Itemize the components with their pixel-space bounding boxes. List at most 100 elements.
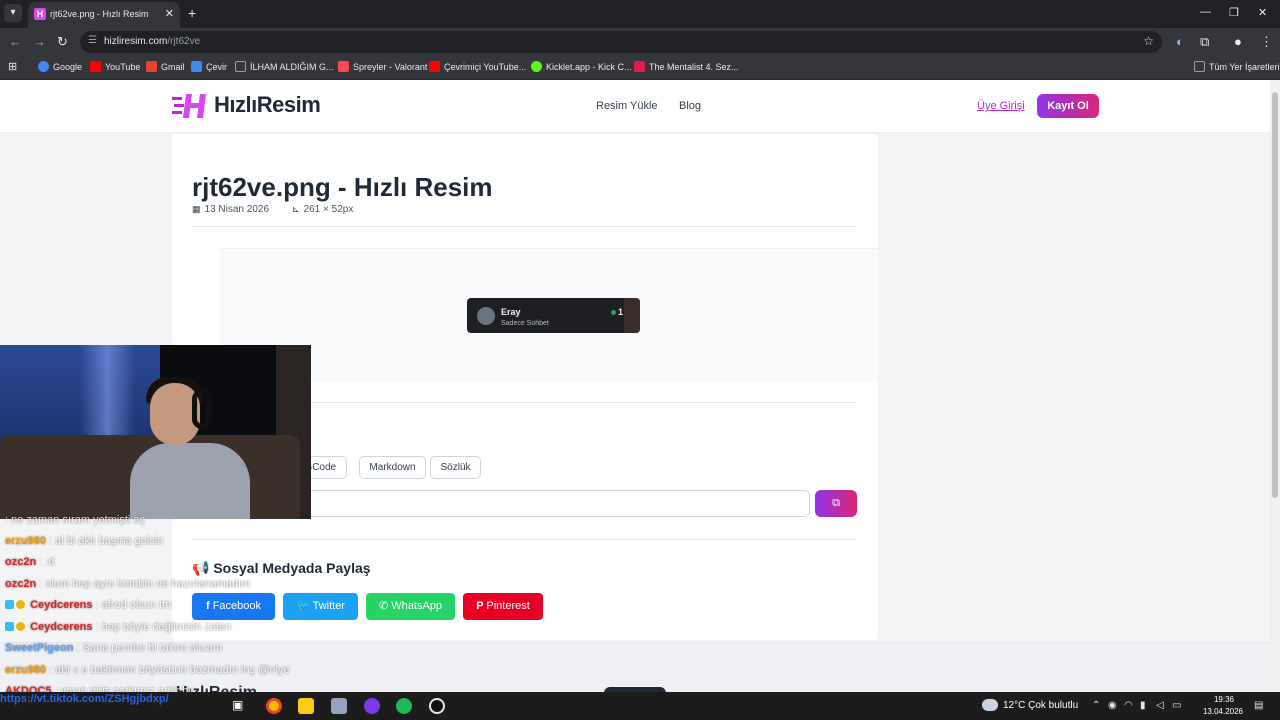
- spotify-icon[interactable]: [396, 698, 412, 714]
- nav-upload-image[interactable]: Resim Yükle: [596, 100, 658, 112]
- login-link[interactable]: Üye Girişi: [977, 100, 1025, 112]
- chat-message: erzu980 : al bi aklı başına gelsin: [5, 535, 164, 547]
- upload-date: ▦ 13 Nisan 2026: [192, 204, 270, 215]
- bookmark-kicklet[interactable]: Kicklet.app - Kick C...: [531, 61, 632, 72]
- emote-badge-icon: [16, 622, 25, 631]
- network-icon[interactable]: ▭: [1172, 700, 1181, 711]
- cloud-icon: [982, 699, 998, 711]
- preview-status: Sadece Sohbet: [501, 320, 549, 327]
- apps-grid-icon[interactable]: ⊞: [8, 60, 17, 73]
- reload-icon[interactable]: ↻: [57, 34, 68, 50]
- tray-chevron-icon[interactable]: ⌃: [1092, 700, 1100, 711]
- sub-badge-icon: [5, 622, 14, 631]
- chat-message: Ceydcerens : afred olsun tm: [5, 599, 171, 611]
- tab-title: rjt62ve.png - Hızlı Resim: [50, 9, 149, 19]
- menu-kebab-icon[interactable]: ⋮: [1260, 34, 1273, 50]
- site-info-icon[interactable]: ☰: [88, 35, 97, 46]
- chrome-icon[interactable]: [266, 698, 282, 714]
- chat-message: ozc2n : :d: [5, 556, 55, 568]
- app-icon[interactable]: [331, 698, 347, 714]
- share-whatsapp-button[interactable]: ✆ WhatsApp: [366, 593, 455, 620]
- divider: [192, 539, 856, 540]
- volume-icon[interactable]: ◁: [1156, 700, 1164, 711]
- hizliresim-logo-icon[interactable]: [172, 93, 210, 119]
- headset-icon: [192, 389, 212, 429]
- clock-time[interactable]: 19:36: [1206, 695, 1242, 704]
- page-scrollbar[interactable]: [1270, 80, 1280, 692]
- copy-icon: ⧉: [832, 497, 840, 509]
- bookmark-folder[interactable]: İLHAM ALDIĞIM G...: [235, 61, 334, 72]
- clock-date[interactable]: 13.04.2026: [1200, 707, 1246, 716]
- chat-message: erzu980 : abi x e baktımmı büyüsünü bozm…: [5, 664, 290, 676]
- register-button[interactable]: Kayıt Ol: [1037, 94, 1099, 118]
- scrollbar-thumb[interactable]: [1272, 92, 1278, 498]
- bookmark-star-icon[interactable]: ☆: [1143, 34, 1154, 48]
- webcam-person-body: [130, 443, 250, 519]
- preview-username: Eray: [501, 307, 521, 317]
- twitter-icon: 🐦: [296, 600, 313, 612]
- image-edge: [624, 298, 640, 333]
- minimize-icon[interactable]: —: [1200, 6, 1211, 18]
- image-preview-area: Eray Sadece Sohbet 1: [220, 248, 878, 382]
- tab-markdown[interactable]: Markdown: [359, 456, 426, 479]
- bookmark-google[interactable]: Google: [38, 61, 82, 72]
- nav-blog[interactable]: Blog: [679, 100, 701, 112]
- chat-message: SweetPigeon : Sana pembe bi takım alıcam: [5, 642, 223, 654]
- extensions-puzzle-icon[interactable]: ⧉: [1200, 34, 1209, 50]
- tab-sozluk[interactable]: Sözlük: [430, 456, 481, 479]
- copy-button[interactable]: ⧉: [815, 490, 857, 517]
- microphone-icon[interactable]: ▮: [1140, 700, 1146, 711]
- forward-icon[interactable]: →: [33, 34, 46, 49]
- share-twitter-button[interactable]: 🐦 Twitter: [283, 593, 358, 620]
- social-share-heading: 📢 Sosyal Medyada Paylaş: [192, 560, 371, 576]
- site-header: HızlıResim Resim Yükle Blog Üye Girişi K…: [0, 80, 1270, 133]
- site-favicon: H: [34, 8, 46, 20]
- browser-tab[interactable]: H rjt62ve.png - Hızlı Resim ✕: [28, 2, 180, 28]
- bookmark-valorant[interactable]: Spreyler - Valorant: [338, 61, 427, 72]
- pinterest-icon: P: [476, 600, 487, 612]
- page-title: rjt62ve.png - Hızlı Resim: [192, 172, 493, 202]
- address-bar[interactable]: ☰ hizliresim.com/rjt62ve ☆: [80, 31, 1162, 53]
- bookmark-youtube-tool[interactable]: Çevrimiçi YouTube...: [429, 61, 526, 72]
- file-explorer-icon[interactable]: [298, 698, 314, 714]
- ruler-icon: ⊾: [292, 204, 300, 214]
- site-logo-text[interactable]: HızlıResim: [214, 92, 321, 118]
- wifi-icon[interactable]: ◠: [1124, 700, 1133, 711]
- uploaded-image[interactable]: Eray Sadece Sohbet 1: [467, 298, 640, 333]
- share-facebook-button[interactable]: f Facebook: [192, 593, 275, 620]
- url-text: hizliresim.com/rjt62ve: [104, 36, 201, 47]
- megaphone-icon: 📢: [192, 560, 214, 576]
- obs-icon[interactable]: [429, 698, 445, 714]
- weather-text[interactable]: 12°C Çok bulutlu: [1003, 700, 1078, 711]
- notification-icon[interactable]: ▤: [1254, 700, 1263, 711]
- avatar: [477, 307, 495, 325]
- overlay-url: https://vt.tiktok.com/ZSHgjbdxp/: [0, 693, 169, 705]
- chat-message: Ceydcerens : hep böyle değilmisin zaten: [5, 621, 231, 633]
- divider: [192, 226, 856, 227]
- tray-app-icon[interactable]: ◉: [1108, 700, 1117, 711]
- emote-badge-icon: [16, 600, 25, 609]
- bookmark-youtube[interactable]: YouTube: [90, 61, 140, 72]
- tab-close-icon[interactable]: ✕: [165, 7, 174, 20]
- chat-message: : ne zaman sıram yetmişti aç: [5, 514, 145, 526]
- chat-message: ozc2n : olum hep aynı kombin ne hazırlan…: [5, 578, 251, 590]
- bookmark-gmail[interactable]: Gmail: [146, 61, 185, 72]
- tab-search-button[interactable]: ▾: [4, 4, 22, 22]
- preview-count: 1: [618, 307, 624, 317]
- windows-taskbar: https://vt.tiktok.com/ZSHgjbdxp/ ▣ 12°C …: [0, 692, 1280, 720]
- profile-icon[interactable]: ●: [1234, 34, 1242, 49]
- restore-icon[interactable]: ❐: [1229, 6, 1239, 19]
- bookmark-mentalist[interactable]: The Mentalist 4. Sez...: [634, 61, 739, 72]
- bookmark-translate[interactable]: Çevir: [191, 61, 227, 72]
- calendar-icon: ▦: [192, 204, 201, 214]
- window-close-icon[interactable]: ✕: [1258, 6, 1267, 19]
- facebook-icon: f: [205, 600, 213, 612]
- bookmarks-bar: ⊞ Google YouTube Gmail Çevir İLHAM ALDIĞ…: [0, 56, 1280, 80]
- all-bookmarks[interactable]: Tüm Yer İşaretleri: [1194, 61, 1280, 72]
- share-pinterest-button[interactable]: P Pinterest: [463, 593, 543, 620]
- extension-icon[interactable]: ◐: [1176, 34, 1184, 49]
- back-icon[interactable]: ←: [9, 34, 22, 49]
- discord-icon[interactable]: [364, 698, 380, 714]
- new-tab-icon[interactable]: +: [188, 5, 196, 21]
- task-view-icon[interactable]: ▣: [232, 698, 248, 714]
